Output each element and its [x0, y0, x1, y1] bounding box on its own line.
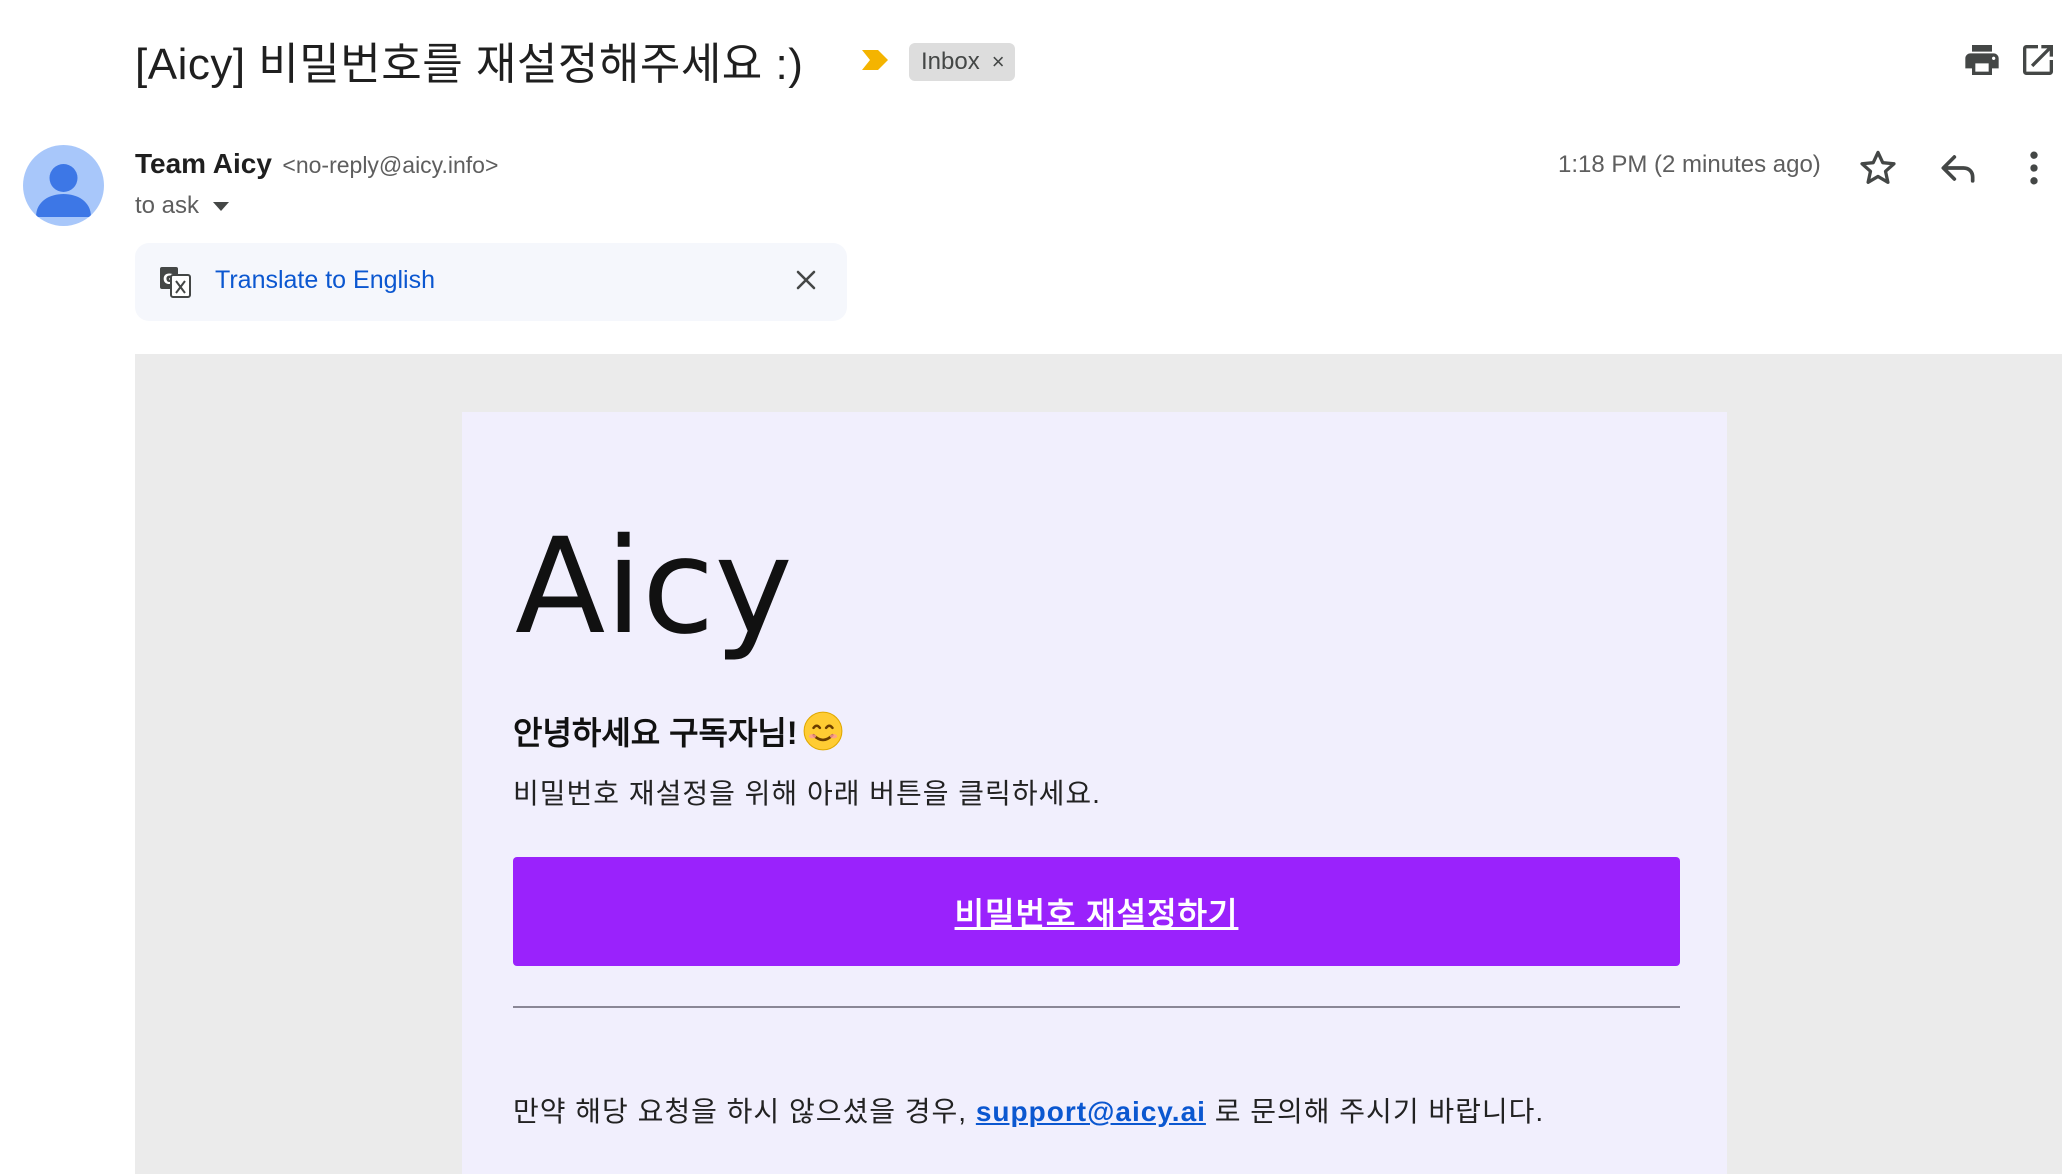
- recipient-details-toggle[interactable]: to ask: [135, 192, 230, 220]
- inbox-label-chip: Inbox ×: [909, 43, 1015, 81]
- support-notice-suffix: 로 문의해 주시기 바랍니다.: [1214, 1096, 1545, 1127]
- sender-info: Team Aicy <no-reply@aicy.info>: [135, 148, 498, 180]
- received-time: 1:18 PM (2 minutes ago): [1558, 151, 1821, 178]
- inbox-label-text: Inbox: [921, 48, 980, 75]
- support-notice-prefix: 만약 해당 요청을 하시 않으셨을 경우,: [513, 1096, 968, 1127]
- sender-email: <no-reply@aicy.info>: [282, 152, 499, 178]
- importance-arrow-icon[interactable]: [860, 48, 890, 72]
- email-subject: [Aicy] 비밀번호를 재설정해주세요 :): [135, 40, 804, 89]
- recipient-label: to ask: [135, 192, 200, 219]
- sender-name[interactable]: Team Aicy: [135, 148, 272, 179]
- reset-password-button-label: 비밀번호 재설정하기: [954, 895, 1239, 932]
- reset-password-button[interactable]: 비밀번호 재설정하기: [513, 857, 1680, 966]
- smiling-face-icon: [803, 711, 842, 751]
- greeting-text: 안녕하세요 구독자님!: [513, 715, 798, 751]
- open-in-new-icon[interactable]: [2018, 40, 2058, 80]
- support-email-link[interactable]: support@aicy.ai: [976, 1096, 1206, 1127]
- svg-text:Aicy: Aicy: [515, 520, 793, 660]
- translate-icon: G: [160, 267, 191, 298]
- default-person-icon: [36, 164, 91, 217]
- print-icon[interactable]: [1962, 40, 2002, 80]
- chevron-down-icon: [213, 201, 230, 211]
- greeting-heading: 안녕하세요 구독자님!: [513, 708, 844, 754]
- aicy-logo: Aicy: [515, 520, 793, 660]
- support-notice: 만약 해당 요청을 하시 않으셨을 경우, support@aicy.ai 로 …: [513, 1090, 1544, 1130]
- more-vert-icon[interactable]: [2012, 146, 2056, 190]
- sender-avatar[interactable]: [23, 145, 104, 226]
- star-icon[interactable]: [1856, 146, 1900, 190]
- translate-to-english-link[interactable]: Translate to English: [215, 266, 435, 295]
- remove-label-button[interactable]: ×: [992, 49, 1005, 75]
- reply-icon[interactable]: [1936, 146, 1980, 190]
- close-icon[interactable]: [794, 268, 818, 292]
- content-divider: [513, 1006, 1680, 1008]
- instruction-text: 비밀번호 재설정을 위해 아래 버튼을 클릭하세요.: [513, 778, 1101, 809]
